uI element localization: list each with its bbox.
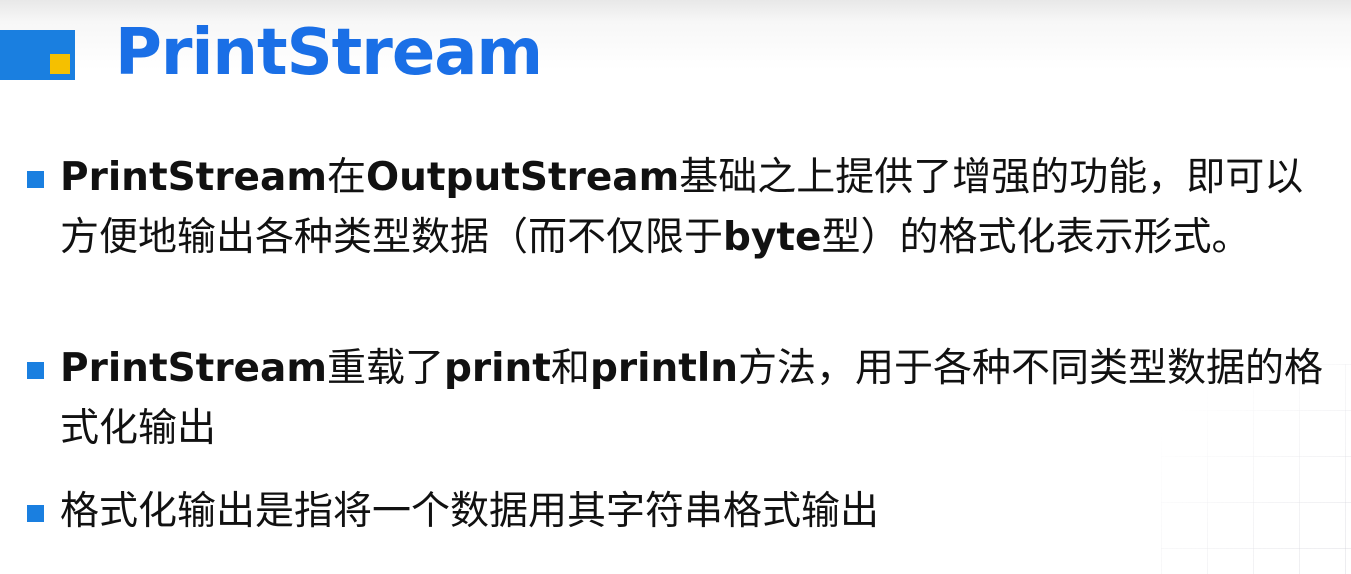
bullet-1-segment-2: 在	[326, 155, 366, 200]
bullet-item-3: 格式化输出是指将一个数据用其字符串格式输出	[60, 482, 1330, 542]
bullet-2-segment-1: PrintStream	[60, 346, 327, 391]
bullet-square-icon	[27, 171, 44, 188]
slide: PrintStream PrintStream在OutputStream基础之上…	[0, 0, 1351, 574]
bullet-1-segment-1: PrintStream	[60, 155, 327, 200]
bullet-list: PrintStream在OutputStream基础之上提供了增强的功能，即可以…	[0, 0, 1351, 574]
bullet-2-segment-3: print	[443, 346, 551, 391]
bullet-1-segment-5: byte	[723, 215, 822, 260]
bullet-square-icon	[27, 505, 44, 522]
bullet-2-segment-5: println	[589, 346, 738, 391]
bullet-item-1: PrintStream在OutputStream基础之上提供了增强的功能，即可以…	[60, 148, 1330, 268]
bullet-item-2: PrintStream重载了print和println方法，用于各种不同类型数据…	[60, 339, 1330, 459]
bullet-3-segment-1: 格式化输出是指将一个数据用其字符串格式输出	[60, 489, 880, 534]
bullet-2-segment-4: 和	[550, 346, 590, 391]
bullet-1-segment-3: OutputStream	[365, 155, 680, 200]
bullet-1-segment-6: 型）的格式化表示形式。	[821, 215, 1251, 260]
bullet-2-segment-2: 重载了	[326, 346, 444, 391]
bullet-square-icon	[27, 362, 44, 379]
